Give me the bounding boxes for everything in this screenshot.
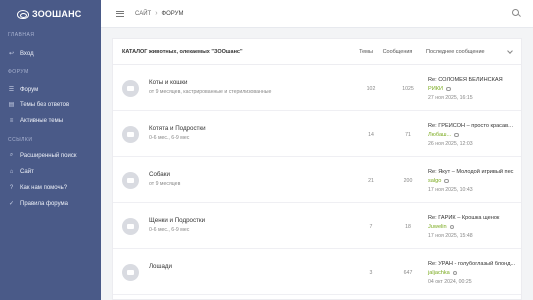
top-bar: САЙТ › ФОРУМ	[101, 0, 533, 28]
breadcrumb-site[interactable]: САЙТ	[135, 11, 151, 17]
last-post-link[interactable]: Re: УРАН - голубоглазый блонд...	[428, 261, 516, 267]
forum-description: от 9 месяцев	[149, 181, 181, 187]
topics-count: 102	[366, 86, 376, 92]
logo-icon	[17, 9, 29, 19]
help-icon: ?	[9, 184, 14, 191]
table-row: Котята и Подростки 0-6 мес., 6-9 мес 14 71 R…	[113, 112, 521, 157]
last-post-date: 17 ноя 2025, 10:43	[428, 187, 473, 193]
logo-text: ЗООШАНС	[32, 9, 82, 19]
sidebar-item[interactable]: ☰ Форум	[0, 82, 101, 98]
goto-post-icon[interactable]	[452, 270, 458, 276]
search-icon[interactable]	[512, 9, 519, 16]
last-post-author[interactable]: jaljachka	[428, 270, 458, 276]
forum-folder-icon	[122, 172, 139, 189]
goto-post-icon[interactable]	[454, 132, 459, 138]
forum-folder-icon	[122, 218, 139, 235]
posts-count: 647	[403, 270, 413, 276]
last-post-author[interactable]: РИКИ	[428, 86, 451, 92]
last-post-link[interactable]: Re: ГРЕЙСОН – просто красавчик	[428, 123, 516, 129]
col-last-post: Последнее сообщение	[426, 48, 485, 55]
topics-count: 21	[368, 178, 374, 184]
breadcrumb-forum[interactable]: ФОРУМ	[162, 11, 184, 17]
last-post-author[interactable]: salgo	[428, 178, 449, 184]
forum-icon: ☰	[8, 87, 15, 94]
forum-table: КАТАЛОГ животных, олекаемых "ЗООшанс" Те…	[112, 38, 522, 300]
last-post-date: 26 ноя 2025, 12:03	[428, 141, 473, 147]
forum-description: 0-6 мес., 6-9 мес	[149, 135, 190, 141]
rules-icon: ✓	[8, 201, 15, 208]
sidebar-section-title: ССЫЛКИ	[8, 137, 33, 143]
table-row: Коты и кошки от 9 месяцев, кастрированные…	[113, 66, 521, 111]
goto-post-icon[interactable]	[444, 178, 449, 184]
forum-folder-icon	[122, 80, 139, 97]
forum-title-link[interactable]: Щенки и Подростки	[149, 217, 205, 224]
sidebar-item[interactable]: ⌕ Расширенный поиск	[0, 148, 101, 164]
goto-post-icon[interactable]	[449, 224, 455, 230]
breadcrumb: САЙТ › ФОРУМ	[135, 10, 183, 17]
author-name[interactable]: РИКИ	[428, 86, 443, 92]
sidebar-item-label: Темы без ответов	[20, 101, 70, 108]
forum-title-link[interactable]: Котята и Подростки	[149, 125, 206, 132]
table-row: Щенки и Подростки 0-6 мес., 6-9 мес 7 18 Re:…	[113, 204, 521, 249]
posts-count: 1025	[402, 86, 414, 92]
sidebar-item-label: Форум	[20, 86, 39, 93]
author-name[interactable]: salgo	[428, 178, 441, 184]
sidebar-section-title: ГЛАВНАЯ	[8, 32, 35, 38]
sidebar-section-title: ФОРУМ	[8, 69, 29, 75]
forum-folder-icon	[122, 126, 139, 143]
author-name[interactable]: jaljachka	[428, 270, 450, 276]
sidebar-item-label: Активные темы	[20, 117, 64, 124]
forum-title-link[interactable]: Коты и кошки	[149, 79, 187, 86]
sidebar-item-label: Расширенный поиск	[20, 152, 77, 159]
posts-count: 18	[405, 224, 411, 230]
sidebar-item[interactable]: ? Как нам помочь?	[0, 180, 101, 196]
forum-folder-icon	[122, 264, 139, 281]
site-logo[interactable]: ЗООШАНС	[0, 0, 101, 28]
advanced-search-icon: ⌕	[9, 152, 14, 159]
sidebar-item-label: Правила форума	[20, 200, 68, 207]
author-name[interactable]: Любаш...	[428, 132, 451, 138]
sidebar-item[interactable]: ⌂ Сайт	[0, 164, 101, 180]
author-name[interactable]: Juwelin	[428, 224, 447, 230]
posts-count: 200	[403, 178, 413, 184]
menu-toggle-icon[interactable]	[116, 10, 124, 17]
topics-count: 7	[369, 224, 373, 230]
table-row: Собаки от 9 месяцев 21 200 Re: Якут – Молодо…	[113, 158, 521, 203]
forum-description: 0-6 мес., 6-9 мес	[149, 227, 190, 233]
goto-post-icon[interactable]	[446, 86, 451, 92]
last-post-date: 27 ноя 2025, 16:15	[428, 95, 473, 101]
sidebar-item[interactable]: ≡ Активные темы	[0, 113, 101, 129]
last-post-link[interactable]: Re: Якут – Молодой игривый пес	[428, 169, 516, 175]
last-post-date: 17 ноя 2025, 15:48	[428, 233, 473, 239]
sidebar-item-label: Сайт	[20, 168, 34, 175]
site-icon: ⌂	[9, 168, 14, 175]
unanswered-icon: ▤	[8, 102, 15, 109]
forum-description: от 9 месяцев, кастрированные и стерилизо…	[149, 89, 272, 95]
login-icon: ↩	[8, 51, 15, 58]
sidebar-item[interactable]: ↩ Вход	[0, 46, 101, 62]
forum-title-link[interactable]: Лошади	[149, 263, 172, 270]
topics-count: 14	[368, 132, 374, 138]
last-post-author[interactable]: Любаш...	[428, 132, 459, 138]
sidebar-item[interactable]: ✓ Правила форума	[0, 196, 101, 212]
last-post-author[interactable]: Juwelin	[428, 224, 455, 230]
forum-title-link[interactable]: Собаки	[149, 171, 170, 178]
posts-count: 71	[405, 132, 411, 138]
breadcrumb-separator: ›	[155, 10, 158, 17]
sidebar-item[interactable]: ▤ Темы без ответов	[0, 97, 101, 113]
sidebar: ЗООШАНС ГЛАВНАЯ ↩ Вход ФОРУМ ☰ Форум ▤ Темы без…	[0, 0, 101, 300]
last-post-link[interactable]: Re: ГАРИК – Крошка щенок	[428, 215, 516, 221]
catalog-title[interactable]: КАТАЛОГ животных, олекаемых "ЗООшанс"	[122, 49, 355, 55]
last-post-date: 04 окт 2024, 00:25	[428, 279, 472, 285]
chevron-down-icon[interactable]	[507, 48, 513, 54]
col-topics: Темы	[359, 48, 373, 55]
table-row: Лошади 3 647 Re: УРАН - голубоглазый блонд.…	[113, 250, 521, 295]
table-header: КАТАЛОГ животных, олекаемых "ЗООшанс" Те…	[113, 39, 521, 65]
last-post-link[interactable]: Re: СОЛОМЕЯ БЕЛИНСКАЯ	[428, 77, 516, 83]
topics-count: 3	[369, 270, 373, 276]
sidebar-item-label: Вход	[20, 50, 34, 57]
active-topics-icon: ≡	[9, 117, 14, 124]
sidebar-item-label: Как нам помочь?	[20, 184, 68, 191]
col-posts: Сообщения	[382, 48, 413, 55]
